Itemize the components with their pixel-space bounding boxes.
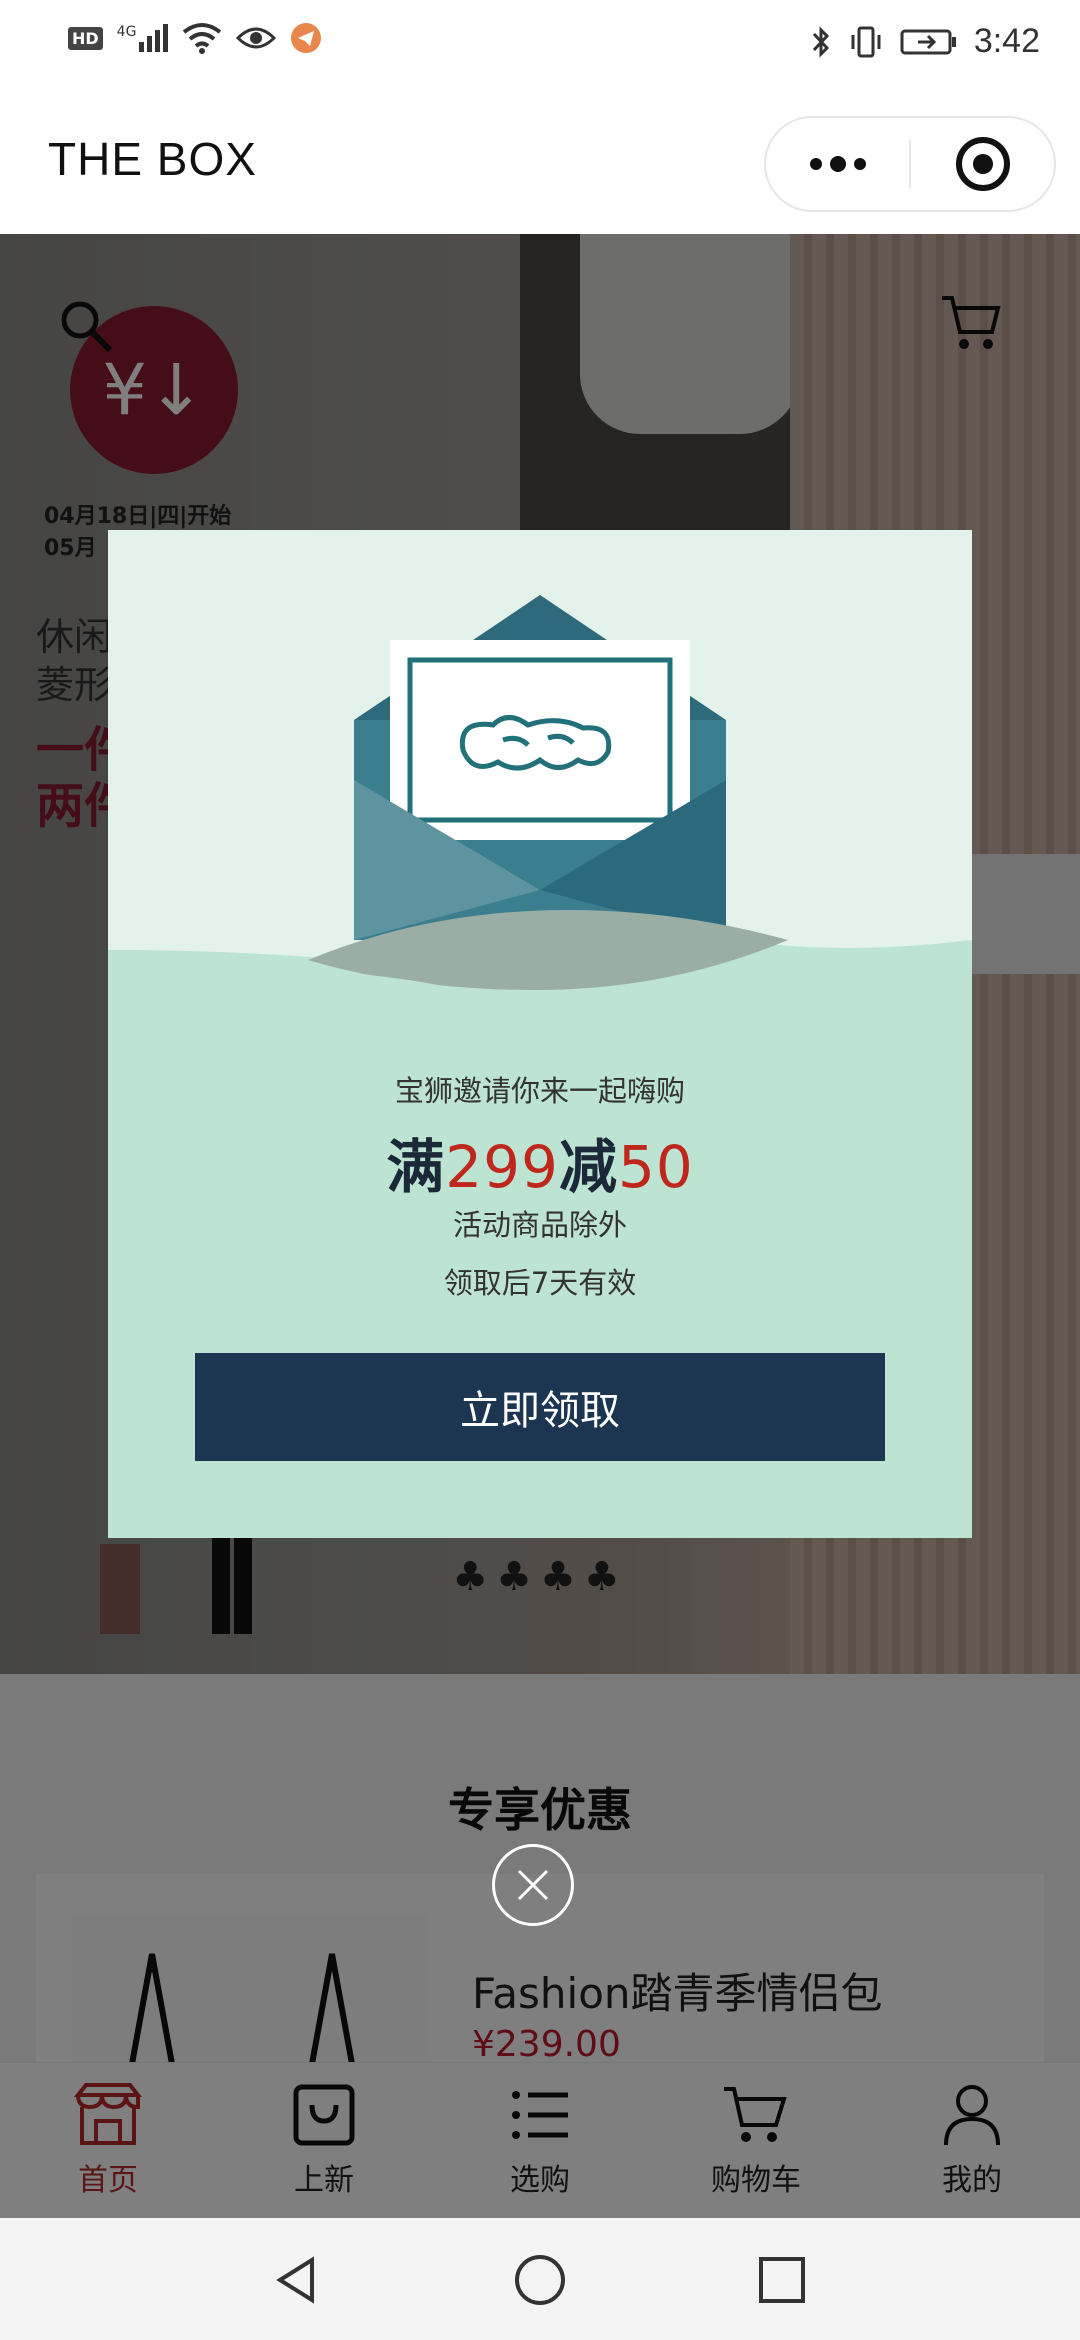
recents-square-icon[interactable] <box>756 2254 808 2306</box>
system-navigation-bar <box>0 2218 1080 2340</box>
app-header: THE BOX <box>0 92 1080 234</box>
more-dots-icon <box>809 156 866 172</box>
capsule-menu <box>764 116 1056 212</box>
home-circle-icon[interactable] <box>512 2252 568 2308</box>
exclusion-note: 活动商品除外 <box>452 1208 627 1242</box>
invite-text: 宝狮邀请你来一起嗨购 <box>394 1074 685 1108</box>
eye-icon <box>236 27 277 49</box>
claim-coupon-button[interactable]: 立即领取 <box>195 1353 885 1461</box>
validity-note: 领取后7天有效 <box>443 1266 637 1300</box>
envelope-illustration <box>108 595 972 1050</box>
status-right: 3:42 <box>810 22 1040 61</box>
coupon-offer: 满299减50 <box>386 1133 694 1201</box>
target-icon <box>955 137 1010 191</box>
telegram-icon <box>291 23 322 53</box>
bluetooth-icon <box>812 25 829 58</box>
wifi-icon <box>183 23 222 54</box>
app-title: THE BOX <box>48 133 257 185</box>
battery-icon <box>900 29 956 54</box>
more-button[interactable] <box>766 118 909 210</box>
close-miniprogram-button[interactable] <box>911 118 1054 210</box>
close-modal-button[interactable] <box>492 1844 574 1926</box>
coupon-modal: 宝狮邀请你来一起嗨购 满299减50 活动商品除外 领取后7天有效 立即领取 <box>108 530 972 1538</box>
4g-signal-icon: 4G <box>117 24 169 52</box>
vibrate-icon <box>851 26 881 57</box>
clock: 3:42 <box>973 22 1040 60</box>
hd-icon: HD <box>68 26 103 50</box>
status-left: HD 4G <box>68 22 322 54</box>
status-bar: HD 4G 3:42 <box>0 0 1080 92</box>
back-triangle-icon[interactable] <box>272 2254 324 2306</box>
close-icon <box>517 1869 549 1901</box>
